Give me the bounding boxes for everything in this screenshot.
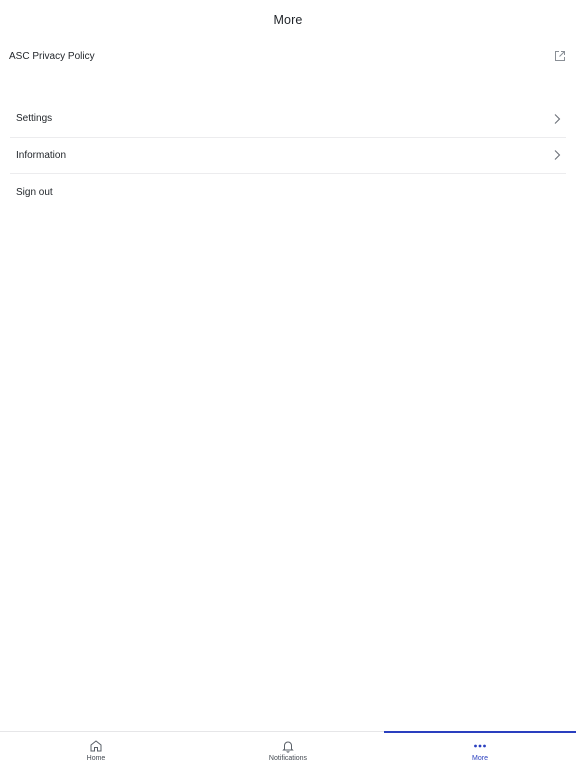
privacy-policy-link[interactable]: ASC Privacy Policy xyxy=(0,44,576,68)
tab-notifications[interactable]: Notifications xyxy=(192,732,384,768)
bell-icon xyxy=(281,739,295,753)
chevron-right-icon xyxy=(553,149,561,161)
menu-item-label: Settings xyxy=(16,113,53,125)
home-icon xyxy=(89,739,103,753)
tab-label: More xyxy=(472,754,488,762)
tab-home[interactable]: Home xyxy=(0,732,192,768)
menu-item-sign-out[interactable]: Sign out xyxy=(10,174,566,211)
menu-item-settings[interactable]: Settings xyxy=(10,101,566,138)
menu-item-label: Sign out xyxy=(16,186,53,198)
menu-item-information[interactable]: Information xyxy=(10,138,566,174)
page-title: More xyxy=(273,13,303,27)
menu-item-label: Information xyxy=(16,149,67,161)
bottom-tab-bar: Home Notifications More xyxy=(0,731,576,768)
external-link-icon xyxy=(554,50,566,62)
menu-list: Settings Information Sign out xyxy=(10,101,566,211)
tab-label: Home xyxy=(86,754,106,762)
more-screen: More ASC Privacy Policy Settings Informa… xyxy=(0,0,576,768)
more-dots-icon xyxy=(473,739,487,753)
header-bar: More xyxy=(0,0,576,40)
tab-label: Notifications xyxy=(268,754,308,762)
tab-more[interactable]: More xyxy=(384,731,576,768)
privacy-policy-label: ASC Privacy Policy xyxy=(9,50,95,62)
chevron-right-icon xyxy=(553,113,561,125)
